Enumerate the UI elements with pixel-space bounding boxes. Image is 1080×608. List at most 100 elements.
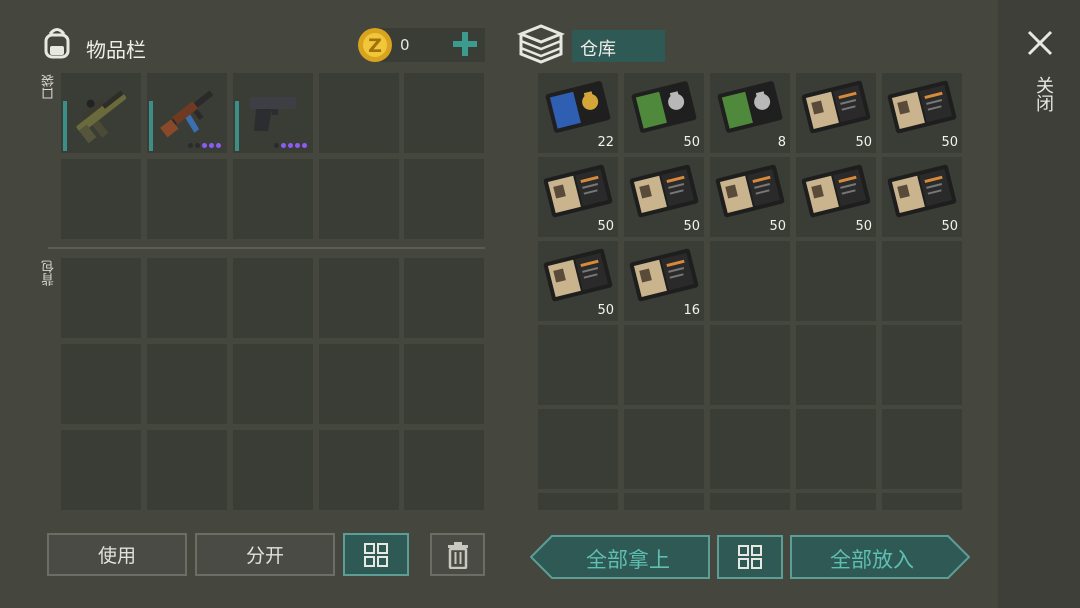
personal-dossier-icon bbox=[629, 161, 699, 225]
storage-slot[interactable]: 50 bbox=[624, 73, 704, 153]
use-button[interactable]: 使用 bbox=[47, 533, 187, 576]
backpack-slot[interactable] bbox=[147, 258, 227, 338]
backpack-slot[interactable] bbox=[61, 344, 141, 424]
storage-slot[interactable]: 50 bbox=[538, 241, 618, 321]
coin-icon: Z bbox=[356, 26, 394, 64]
storage-slot[interactable]: 50 bbox=[710, 157, 790, 237]
take-all-button[interactable]: 全部拿上 bbox=[530, 535, 710, 579]
backpack-slot[interactable] bbox=[319, 258, 399, 338]
rarity-dot-filled bbox=[216, 143, 221, 148]
split-button[interactable]: 分开 bbox=[195, 533, 335, 576]
green-badge-id-icon bbox=[715, 77, 785, 141]
rarity-dots bbox=[274, 143, 307, 148]
trash-icon bbox=[447, 541, 468, 569]
backpack-slot[interactable] bbox=[61, 430, 141, 510]
storage-slot[interactable] bbox=[796, 493, 876, 510]
personal-dossier-icon bbox=[715, 161, 785, 225]
storage-slot[interactable]: 50 bbox=[882, 157, 962, 237]
storage-slot[interactable]: 8 bbox=[710, 73, 790, 153]
delete-button[interactable] bbox=[430, 533, 485, 576]
pocket-slot[interactable] bbox=[404, 73, 484, 153]
storage-slot[interactable] bbox=[624, 325, 704, 405]
pocket-slot[interactable] bbox=[147, 159, 227, 239]
grid-icon bbox=[364, 542, 388, 567]
backpack-slot[interactable] bbox=[233, 344, 313, 424]
personal-dossier-icon bbox=[887, 77, 957, 141]
storage-slot[interactable] bbox=[882, 241, 962, 321]
put-all-button[interactable]: 全部放入 bbox=[790, 535, 970, 579]
rarity-dot-filled bbox=[209, 143, 214, 148]
rarity-dot-filled bbox=[302, 143, 307, 148]
storage-slot[interactable] bbox=[710, 325, 790, 405]
backpack-slot[interactable] bbox=[404, 344, 484, 424]
storage-slot[interactable]: 50 bbox=[624, 157, 704, 237]
storage-slot[interactable]: 50 bbox=[796, 157, 876, 237]
storage-sort-button[interactable] bbox=[717, 535, 783, 579]
assault-rifle-icon bbox=[152, 77, 222, 151]
close-label: 关闭 bbox=[1033, 76, 1054, 112]
storage-slot[interactable] bbox=[538, 325, 618, 405]
rarity-dots bbox=[188, 143, 221, 148]
backpack-slot[interactable] bbox=[404, 258, 484, 338]
green-badge-id-icon bbox=[629, 77, 699, 141]
storage-slot[interactable] bbox=[796, 325, 876, 405]
inventory-sort-button[interactable] bbox=[343, 533, 409, 576]
storage-slot[interactable]: 50 bbox=[538, 157, 618, 237]
rarity-dot-filled bbox=[281, 143, 286, 148]
item-count: 50 bbox=[941, 219, 958, 234]
svg-text:Z: Z bbox=[368, 35, 382, 57]
inventory-title: 物品栏 bbox=[86, 38, 146, 62]
storage-slot[interactable] bbox=[710, 493, 790, 510]
storage-slot[interactable]: 50 bbox=[796, 73, 876, 153]
backpack-slot[interactable] bbox=[319, 344, 399, 424]
item-count: 50 bbox=[683, 135, 700, 150]
pocket-slot[interactable] bbox=[404, 159, 484, 239]
storage-slot[interactable]: 16 bbox=[624, 241, 704, 321]
storage-title: 仓库 bbox=[580, 39, 616, 60]
storage-slot[interactable]: 22 bbox=[538, 73, 618, 153]
personal-dossier-icon bbox=[543, 245, 613, 309]
pocket-slot[interactable] bbox=[61, 159, 141, 239]
storage-slot[interactable] bbox=[882, 325, 962, 405]
backpack-slot[interactable] bbox=[147, 344, 227, 424]
backpack-slot[interactable] bbox=[61, 258, 141, 338]
pistol-icon bbox=[238, 77, 308, 151]
storage-slot[interactable] bbox=[882, 493, 962, 510]
coin-amount: 0 bbox=[400, 36, 410, 54]
pocket-slot[interactable] bbox=[319, 159, 399, 239]
rarity-dot-empty bbox=[188, 143, 193, 148]
storage-slot[interactable] bbox=[882, 409, 962, 489]
backpack-icon bbox=[40, 26, 74, 60]
rarity-dot-filled bbox=[295, 143, 300, 148]
storage-slot[interactable] bbox=[624, 493, 704, 510]
backpack-slot[interactable] bbox=[233, 430, 313, 510]
close-icon bbox=[1027, 30, 1053, 56]
close-button[interactable] bbox=[1025, 28, 1055, 58]
item-count: 50 bbox=[597, 303, 614, 318]
item-count: 50 bbox=[597, 219, 614, 234]
pocket-slot[interactable] bbox=[233, 159, 313, 239]
backpack-slot[interactable] bbox=[147, 430, 227, 510]
storage-slot[interactable]: 50 bbox=[882, 73, 962, 153]
backpack-slot[interactable] bbox=[404, 430, 484, 510]
pocket-slot[interactable] bbox=[319, 73, 399, 153]
personal-dossier-icon bbox=[629, 245, 699, 309]
blue-badge-id-icon bbox=[543, 77, 613, 141]
take-all-label: 全部拿上 bbox=[586, 548, 670, 572]
storage-slot[interactable] bbox=[538, 493, 618, 510]
storage-slot[interactable] bbox=[710, 409, 790, 489]
pocket-slot[interactable] bbox=[61, 73, 141, 153]
storage-slot[interactable] bbox=[796, 241, 876, 321]
rarity-dot-empty bbox=[195, 143, 200, 148]
backpack-slot[interactable] bbox=[319, 430, 399, 510]
storage-slot[interactable] bbox=[538, 409, 618, 489]
storage-slot[interactable] bbox=[796, 409, 876, 489]
add-coins-button[interactable] bbox=[451, 30, 479, 58]
pocket-slot[interactable] bbox=[147, 73, 227, 153]
storage-slot[interactable] bbox=[710, 241, 790, 321]
storage-icon bbox=[516, 24, 566, 64]
storage-slot[interactable] bbox=[624, 409, 704, 489]
pocket-slot[interactable] bbox=[233, 73, 313, 153]
backpack-slot[interactable] bbox=[233, 258, 313, 338]
put-all-label: 全部放入 bbox=[830, 548, 914, 572]
